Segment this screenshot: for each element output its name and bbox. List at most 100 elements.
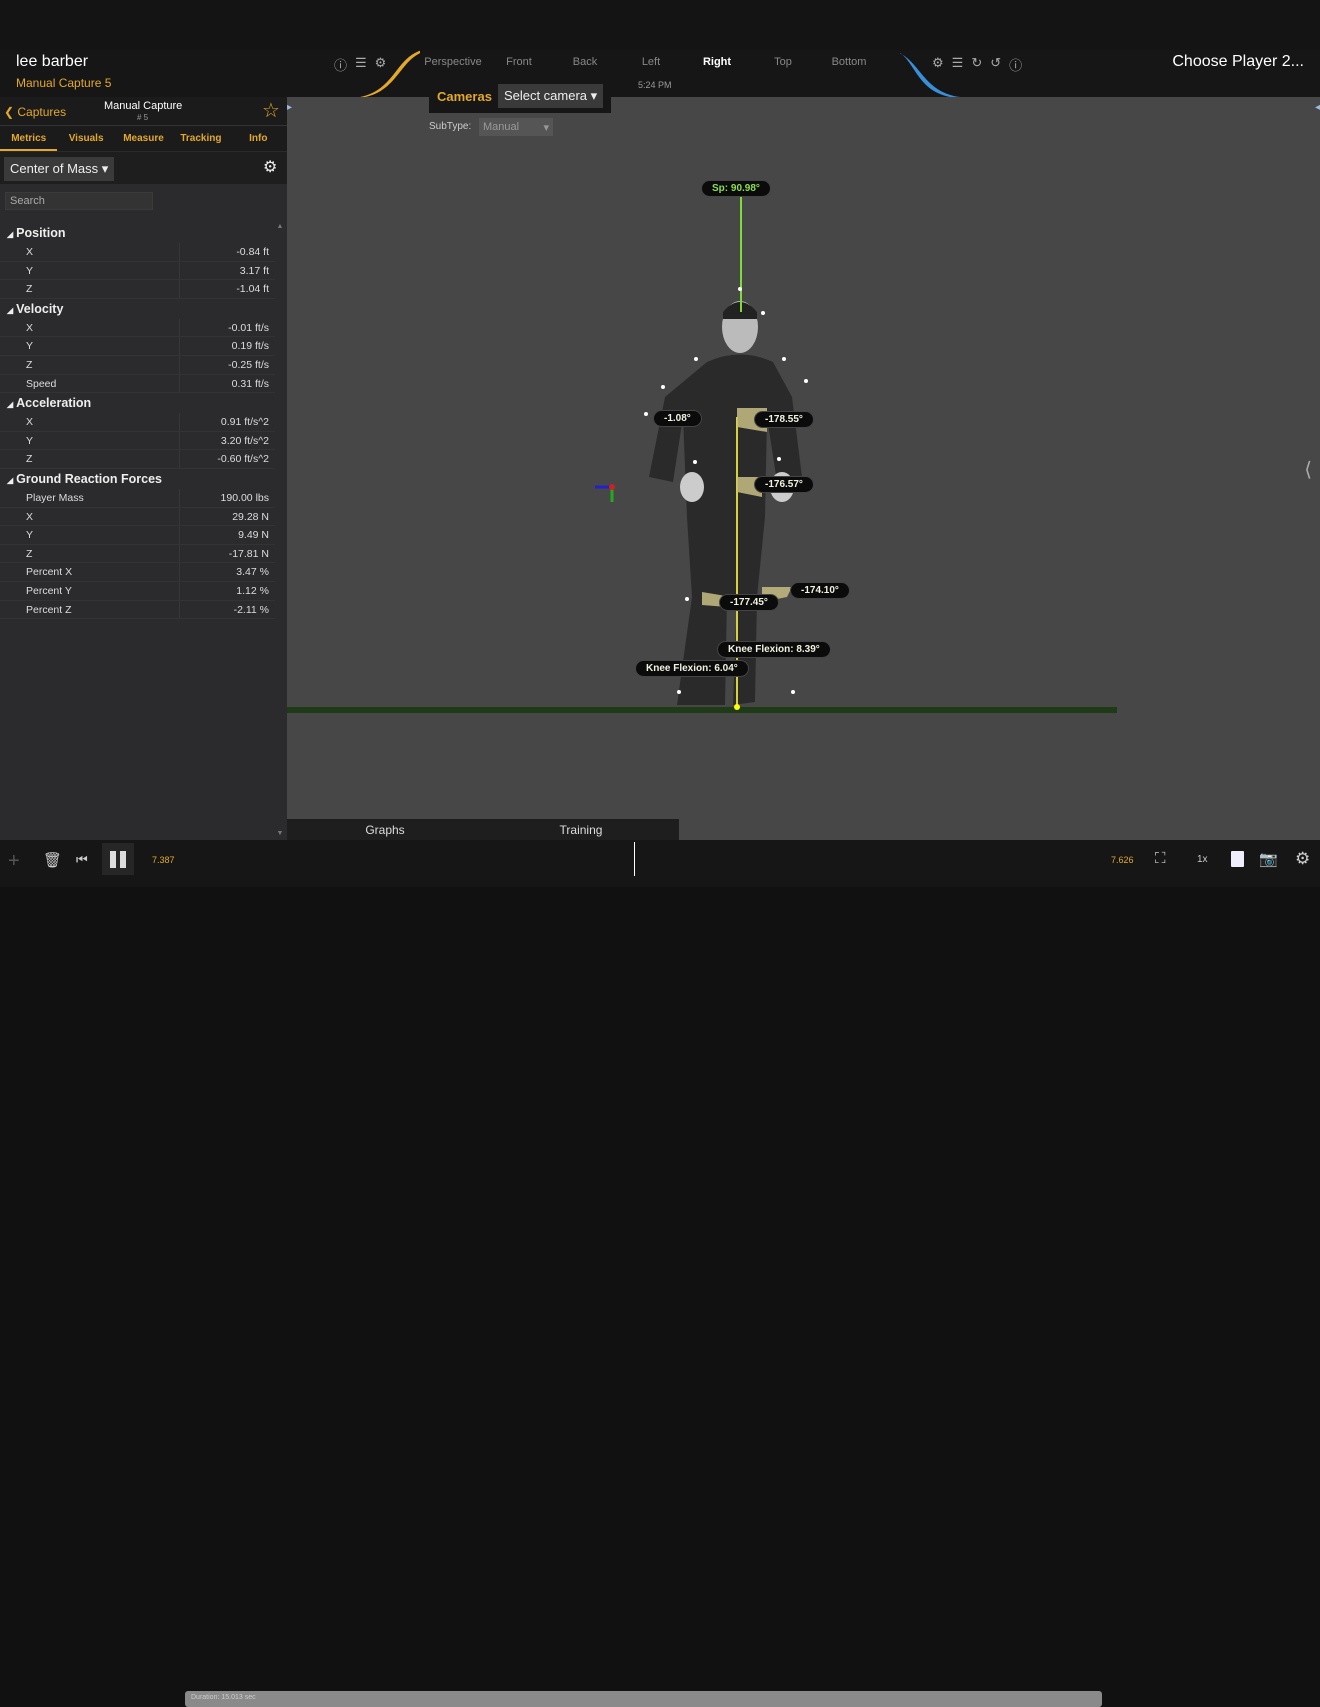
panel-settings-gear-icon[interactable]: ⚙: [263, 157, 277, 177]
metric-row: X -0.84 ft: [0, 243, 275, 262]
metric-label: Y: [0, 337, 180, 355]
view-tab-perspective[interactable]: Perspective: [420, 56, 486, 68]
section-title: Ground Reaction Forces: [16, 471, 163, 486]
end-time: 7.626: [1111, 855, 1134, 865]
metric-type-dropdown[interactable]: Center of Mass ▾: [4, 157, 115, 181]
duration-label: Duration: 15.013 sec: [191, 1694, 256, 1701]
metric-value: 190.00 lbs: [220, 491, 269, 504]
section-title: Position: [16, 226, 66, 240]
avatar-scene: [287, 197, 1117, 713]
playback-speed[interactable]: 1x: [1197, 854, 1208, 865]
tab-graphs[interactable]: Graphs: [287, 819, 483, 840]
knee-right-angle: -174.10°: [790, 582, 850, 599]
metric-label: Percent Y: [0, 581, 180, 600]
tab-tracking[interactable]: Tracking: [172, 126, 229, 151]
camera-icon[interactable]: 📷: [1259, 850, 1278, 868]
section-title: Velocity: [16, 301, 64, 316]
capture-name: Manual Capture 5: [16, 76, 112, 90]
metric-label: Y: [0, 431, 180, 450]
choose-player-2[interactable]: Choose Player 2...: [1172, 53, 1304, 71]
view-tab-front[interactable]: Front: [486, 56, 552, 68]
tab-metrics[interactable]: Metrics: [0, 126, 58, 151]
tab-measure[interactable]: Measure: [115, 126, 172, 151]
metric-label: Percent X: [0, 563, 180, 581]
section-header[interactable]: ◢ Acceleration: [0, 393, 275, 413]
info-icon-p2[interactable]: ⓘ: [1009, 55, 1022, 74]
clock-time: 5:24 PM: [638, 80, 672, 90]
metric-row: Player Mass 190.00 lbs: [0, 488, 275, 508]
left-panel: ❮ Captures Manual Capture # 5 ☆ Metrics V…: [0, 97, 287, 840]
pause-button[interactable]: [102, 843, 134, 875]
capture-number: # 5: [137, 113, 149, 122]
section-header[interactable]: ◢ Velocity: [0, 299, 275, 319]
metric-label: Speed: [0, 374, 180, 393]
trash-icon[interactable]: 🗑: [43, 851, 62, 869]
reset-icon[interactable]: ↺: [990, 55, 1001, 74]
metric-select-row: Center of Mass ▾ ⚙: [0, 152, 287, 184]
current-time: 7.387: [152, 855, 175, 865]
scrollbar[interactable]: ▲ ▼: [276, 223, 284, 837]
capture-title: Manual Capture: [104, 100, 183, 112]
player-name[interactable]: lee barber: [16, 53, 88, 71]
playhead[interactable]: [634, 842, 636, 876]
view-tab-top[interactable]: Top: [750, 56, 816, 68]
3d-viewport[interactable]: Cameras Select camera ▾ SubType: Manual …: [287, 79, 1320, 840]
metric-value: -0.25 ft/s: [228, 358, 269, 371]
list-icon-p2[interactable]: ☰: [952, 55, 964, 74]
metric-label: Z: [0, 355, 180, 374]
timeline-scrubber[interactable]: Duration: 15.013 sec: [185, 1691, 1102, 1707]
metric-value: 1.12 %: [236, 584, 269, 597]
collapse-triangle-icon: ◢: [7, 305, 14, 315]
favorite-star-icon[interactable]: ☆: [262, 98, 280, 123]
knee-flexion-left: Knee Flexion: 6.04°: [635, 660, 749, 677]
metric-row: Speed 0.31 ft/s: [0, 374, 275, 394]
tab-training[interactable]: Training: [483, 819, 679, 840]
tab-visuals[interactable]: Visuals: [57, 126, 114, 151]
view-tab-left[interactable]: Left: [618, 56, 684, 68]
view-tab-right[interactable]: Right: [684, 56, 750, 68]
metric-row: Y 9.49 N: [0, 526, 275, 545]
metric-value: 3.47 %: [236, 566, 269, 579]
collapse-triangle-icon: ◢: [7, 400, 14, 410]
metric-label: X: [0, 243, 180, 261]
metric-label: X: [0, 318, 180, 337]
metric-row: Z -17.81 N: [0, 544, 275, 564]
back-to-captures[interactable]: ❮ Captures: [4, 105, 66, 119]
skip-to-start-icon[interactable]: ⏮: [76, 852, 88, 868]
bottom-tabs: Graphs Training: [287, 819, 679, 840]
metric-value: 0.19 ft/s: [231, 340, 269, 353]
metric-value: -0.84 ft: [236, 246, 269, 258]
metric-label: Z: [0, 280, 180, 298]
document-icon[interactable]: [1231, 851, 1244, 867]
metric-value: 3.17 ft: [239, 264, 269, 277]
section-header[interactable]: ◢ Ground Reaction Forces: [0, 469, 275, 489]
metric-value: 3.20 ft/s^2: [220, 434, 269, 447]
metric-value: -1.04 ft: [236, 283, 269, 296]
metric-row: Y 0.19 ft/s: [0, 337, 275, 356]
view-tab-back[interactable]: Back: [552, 56, 618, 68]
info-icon[interactable]: ⓘ: [334, 55, 347, 74]
metric-row: Percent Y 1.12 %: [0, 581, 275, 601]
metric-row: Percent X 3.47 %: [0, 563, 275, 582]
metric-value: 9.49 N: [238, 529, 269, 542]
rotate-icon[interactable]: ↻: [971, 55, 982, 74]
gear-icon-p2[interactable]: ⚙: [932, 55, 944, 74]
section-title: Acceleration: [16, 396, 92, 411]
metric-row: X 0.91 ft/s^2: [0, 413, 275, 432]
metric-value: 29.28 N: [232, 510, 269, 523]
back-label: Captures: [17, 105, 67, 119]
metric-value: -0.60 ft/s^2: [217, 453, 269, 466]
tab-info[interactable]: Info: [230, 126, 287, 151]
metric-value: 0.91 ft/s^2: [220, 416, 269, 429]
add-icon[interactable]: +: [8, 850, 20, 873]
section-header[interactable]: ◢ Position: [0, 223, 275, 243]
metric-row: Z -0.25 ft/s: [0, 355, 275, 375]
spine-angle-label: Sp: 90.98°: [701, 180, 771, 197]
metric-label: Y: [0, 526, 180, 544]
search-input[interactable]: Search: [5, 192, 153, 210]
hip-angle: -176.57°: [754, 476, 814, 493]
metric-value: -2.11 %: [233, 603, 269, 616]
view-tab-bottom[interactable]: Bottom: [816, 56, 882, 68]
fit-view-icon[interactable]: ⛶: [1155, 850, 1166, 867]
settings-gear-icon[interactable]: ⚙: [1295, 849, 1310, 869]
